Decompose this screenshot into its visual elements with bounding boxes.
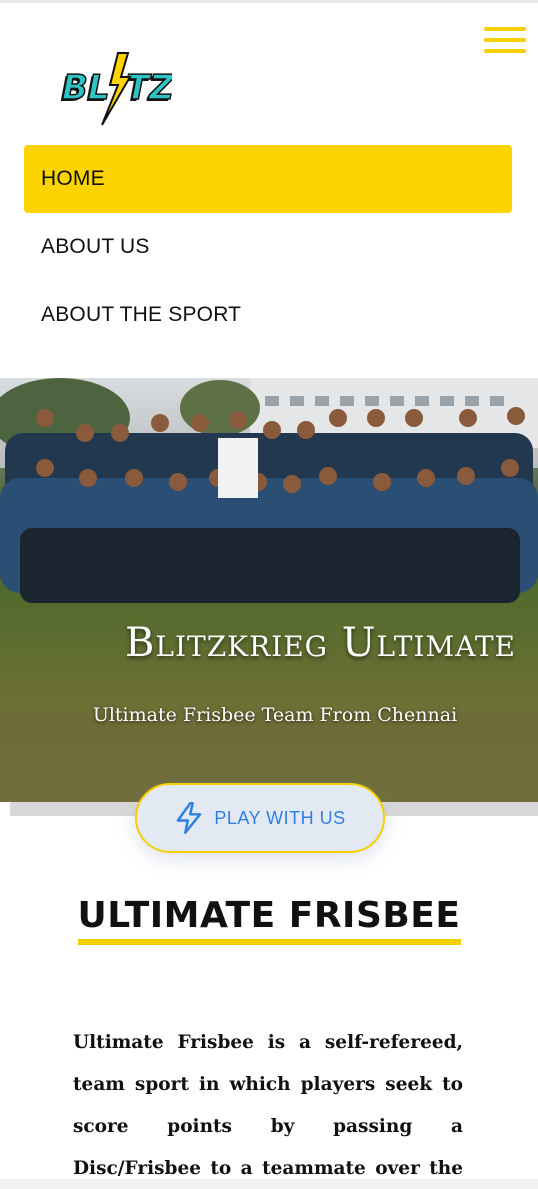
main-nav: HOME ABOUT US ABOUT THE SPORT bbox=[24, 145, 512, 349]
play-with-us-label: PLAY WITH US bbox=[214, 807, 346, 828]
hero-subtitle: Ultimate Frisbee Team From Chennai bbox=[92, 704, 458, 726]
hero-title: Blitzkrieg Ultimate bbox=[125, 620, 516, 666]
team-photo bbox=[0, 378, 538, 802]
hero-banner: Blitzkrieg Ultimate Ultimate Frisbee Tea… bbox=[0, 378, 538, 802]
section-heading-text: ULTIMATE FRISBEE bbox=[77, 895, 461, 945]
hamburger-menu-icon[interactable] bbox=[484, 27, 526, 55]
nav-item-about-us[interactable]: ABOUT US bbox=[24, 213, 512, 281]
svg-text:BL: BL bbox=[62, 68, 110, 108]
blitz-logo[interactable]: BL BL TZ TZ bbox=[58, 49, 176, 129]
section-paragraph: Ultimate Frisbee is a self-refereed, tea… bbox=[73, 1032, 463, 1179]
lightning-bolt-icon bbox=[177, 802, 202, 834]
nav-item-home[interactable]: HOME bbox=[24, 145, 512, 213]
play-with-us-button[interactable]: PLAY WITH US bbox=[135, 783, 385, 853]
site-header: BL BL TZ TZ bbox=[0, 3, 538, 133]
svg-text:TZ: TZ bbox=[126, 68, 172, 108]
bottom-edge bbox=[0, 1179, 538, 1189]
nav-item-about-the-sport[interactable]: ABOUT THE SPORT bbox=[24, 281, 512, 349]
section-heading: ULTIMATE FRISBEE bbox=[0, 895, 538, 945]
